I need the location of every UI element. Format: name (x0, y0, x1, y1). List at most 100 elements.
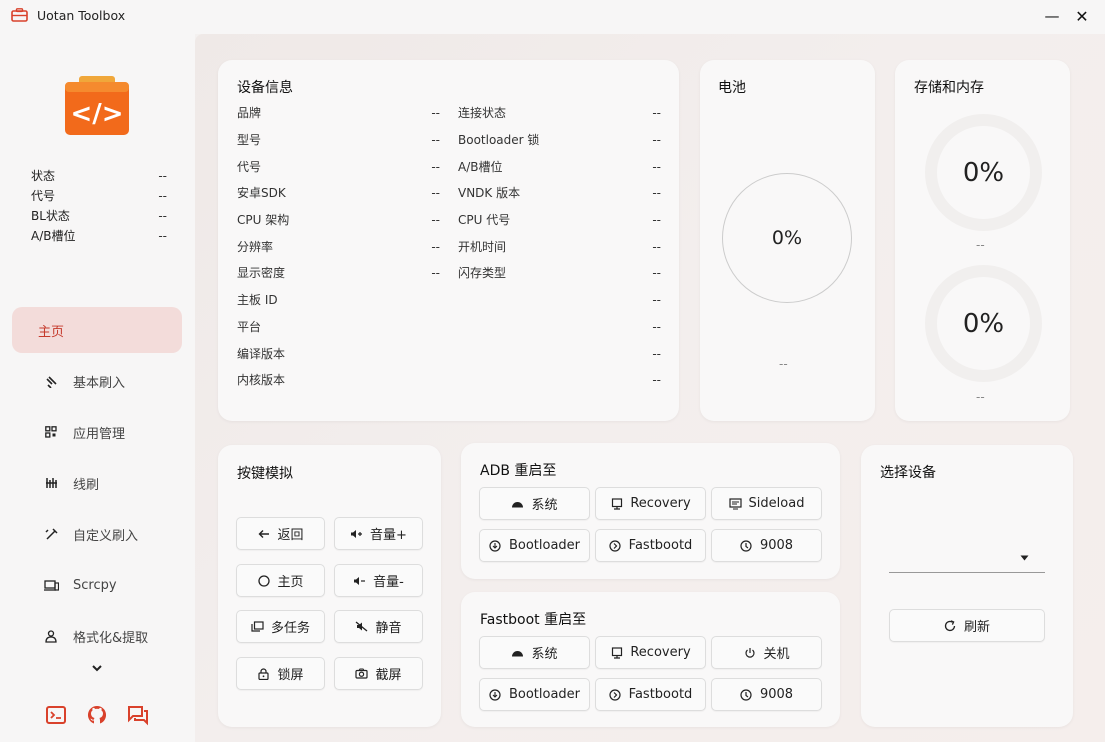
adb-reboot-0-button[interactable]: 系统 (479, 487, 590, 520)
apps-icon (42, 423, 60, 441)
android-icon (511, 497, 524, 510)
memory-ring: 0% (925, 265, 1042, 382)
fastboot-reboot-9008-button[interactable]: 9008 (711, 678, 822, 711)
device-info-label: A/B槽位 (458, 160, 503, 174)
device-info-value: -- (431, 106, 440, 120)
select-device-title: 选择设备 (880, 465, 936, 481)
device-info-value: -- (431, 213, 440, 227)
volume-up-button[interactable]: 音量+ (334, 517, 423, 550)
device-info-value: -- (431, 240, 440, 254)
fastboot-reboot-button-label: Bootloader (508, 687, 581, 702)
volume-down-label: 音量- (373, 575, 404, 590)
storage-percent: 0% (962, 157, 1005, 188)
minimize-button[interactable]: — (1040, 5, 1064, 27)
adb-reboot-recovery-button[interactable]: Recovery (595, 487, 706, 520)
bl-status-row: BL状态 -- (31, 206, 167, 226)
fastboot-reboot-0-button[interactable]: 系统 (479, 636, 590, 669)
screen-mirror-icon (42, 576, 60, 594)
battery-ring: 0% (722, 173, 852, 303)
battery-detail: -- (779, 357, 788, 371)
close-button[interactable]: ✕ (1070, 5, 1094, 27)
device-status-summary: 状态 -- 代号 -- BL状态 -- A/B槽位 -- (31, 166, 167, 246)
terminal-icon[interactable] (45, 704, 67, 726)
toolbox-icon (11, 8, 28, 22)
bl-status-value: -- (158, 209, 167, 223)
nav-basic-flash[interactable]: 基本刷入 (12, 358, 182, 404)
mute-icon (355, 620, 368, 633)
select-device-card (861, 445, 1073, 727)
device-info-value: -- (431, 133, 440, 147)
storage-ring: 0% (925, 114, 1042, 231)
custom-flash-icon (42, 525, 60, 543)
svg-text:</>: </> (70, 99, 123, 129)
device-info-value: -- (652, 320, 661, 334)
device-info-value: -- (652, 160, 661, 174)
device-info-value: -- (431, 266, 440, 280)
fastboot-reboot-button-label: Fastbootd (628, 687, 693, 702)
adb-reboot-button-label: Sideload (748, 496, 805, 511)
device-info-label: 显示密度 (237, 266, 286, 280)
device-info-label: 品牌 (237, 106, 262, 120)
battery-percent: 0% (771, 227, 803, 249)
home-circle-icon (257, 574, 270, 587)
bl-status-label: BL状态 (31, 209, 70, 223)
nav-scrcpy[interactable]: Scrcpy (12, 562, 182, 608)
volume-down-button[interactable]: 音量- (334, 564, 423, 597)
nav-format-extract[interactable]: 格式化&提取 (12, 613, 182, 659)
title-bar: Uotan Toolbox — ✕ (0, 0, 1105, 34)
fastboot-reboot-fastbootd-button[interactable]: Fastbootd (595, 678, 706, 711)
device-info-label: 编译版本 (237, 347, 286, 361)
device-info-label: VNDK 版本 (458, 186, 521, 200)
adb-reboot-button-label: Fastbootd (628, 538, 693, 553)
device-info-label: 型号 (237, 133, 262, 147)
lock-screen-button[interactable]: 锁屏 (236, 657, 325, 690)
chevron-down-icon[interactable] (89, 660, 105, 676)
screenshot-label: 截屏 (375, 668, 402, 683)
multitask-icon (251, 620, 264, 633)
home-key-button[interactable]: 主页 (236, 564, 325, 597)
adb-reboot-button-label: Bootloader (508, 538, 581, 553)
fastboot-reboot-recovery-button[interactable]: Recovery (595, 636, 706, 669)
back-label: 返回 (277, 528, 304, 543)
feedback-icon[interactable] (127, 704, 149, 726)
ab-slot-label: A/B槽位 (31, 229, 76, 243)
fastbootd-icon (609, 539, 622, 552)
device-info-label: CPU 架构 (237, 213, 290, 227)
ab-slot-value: -- (158, 229, 167, 243)
adb-reboot-sideload-button[interactable]: Sideload (711, 487, 822, 520)
bootloader-icon (489, 688, 502, 701)
codename-label: 代号 (31, 189, 56, 203)
bootloader-icon (489, 539, 502, 552)
flash-icon (42, 372, 60, 390)
back-button[interactable]: 返回 (236, 517, 325, 550)
adb-reboot-fastbootd-button[interactable]: Fastbootd (595, 529, 706, 562)
fastboot-reboot-2-button[interactable]: 关机 (711, 636, 822, 669)
fastboot-reboot-button-label: 关机 (763, 647, 790, 662)
nav-custom-flash[interactable]: 自定义刷入 (12, 511, 182, 557)
recovery-icon (610, 646, 623, 659)
codename-row: 代号 -- (31, 186, 167, 206)
nav-app-manage[interactable]: 应用管理 (12, 409, 182, 455)
nav-home[interactable]: 主页 (12, 307, 182, 353)
nav-basic-flash-label: 基本刷入 (73, 375, 126, 391)
app-logo: </> (65, 76, 129, 135)
adb-reboot-bootloader-button[interactable]: Bootloader (479, 529, 590, 562)
ab-slot-row: A/B槽位 -- (31, 226, 167, 246)
github-icon[interactable] (86, 704, 108, 726)
adb-reboot-9008-button[interactable]: 9008 (711, 529, 822, 562)
fastboot-reboot-bootloader-button[interactable]: Bootloader (479, 678, 590, 711)
nav-format-extract-label: 格式化&提取 (73, 630, 149, 646)
screenshot-button[interactable]: 截屏 (334, 657, 423, 690)
mute-button[interactable]: 静音 (334, 610, 423, 643)
refresh-icon (944, 619, 957, 632)
volume-up-icon (350, 527, 363, 540)
app-title: Uotan Toolbox (37, 8, 126, 23)
adb-reboot-title: ADB 重启至 (480, 463, 557, 479)
device-info-label: 主板 ID (237, 293, 278, 307)
device-info-value: -- (652, 133, 661, 147)
nav-line-flash[interactable]: 线刷 (12, 460, 182, 506)
multitask-button[interactable]: 多任务 (236, 610, 325, 643)
home-key-label: 主页 (277, 575, 304, 590)
refresh-button[interactable]: 刷新 (889, 609, 1045, 642)
mute-label: 静音 (375, 621, 402, 636)
